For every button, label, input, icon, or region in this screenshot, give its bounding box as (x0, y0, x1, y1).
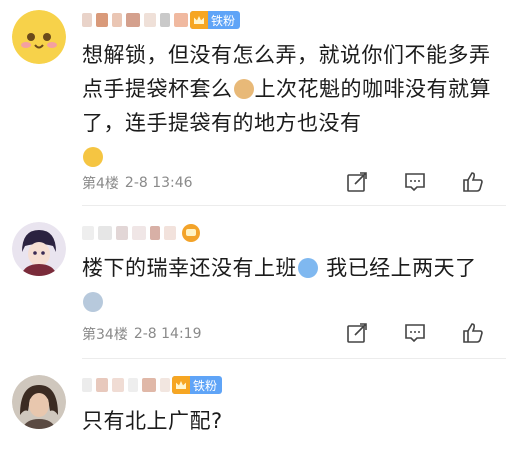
share-icon[interactable] (346, 322, 368, 344)
timestamp: 2-8 13:46 (124, 175, 193, 191)
crown-icon (172, 376, 190, 394)
sweat-emoji (298, 258, 318, 278)
medal-icon (182, 224, 200, 242)
comment-text: 只有北上广配? (82, 404, 492, 438)
thumbs-up-icon[interactable] (462, 171, 484, 193)
divider (82, 205, 506, 206)
comment-text-part: 楼下的瑞幸还没有上班 (82, 256, 297, 280)
comment-text-part: 我已经上两天了 (319, 256, 477, 280)
username-row[interactable]: 铁粉 (82, 7, 241, 33)
floor-number: 第4楼 (82, 176, 119, 192)
crown-icon (190, 11, 208, 29)
fan-badge: 铁粉 (172, 376, 223, 394)
comment-3: 铁粉 只有北上广配? (0, 365, 506, 455)
smirk-emoji (83, 147, 103, 167)
doge-emoji (233, 79, 254, 99)
comment-icon[interactable] (404, 171, 426, 193)
comment-text: 楼下的瑞幸还没有上班 我已经上两天了 (82, 251, 492, 319)
avatar[interactable] (12, 375, 66, 429)
timestamp: 2-8 14:19 (133, 326, 202, 342)
fan-badge-label: 铁粉 (211, 13, 236, 28)
username-blurred (82, 13, 188, 27)
divider (82, 358, 506, 359)
share-icon[interactable] (346, 171, 368, 193)
thumbs-up-icon[interactable] (462, 322, 484, 344)
username-blurred (82, 226, 176, 240)
action-bar (346, 322, 484, 344)
comment-1: 铁粉 想解锁，但没有怎么弄，就说你们不能多弄点手提袋杯套么 上次花魁的咖啡没有就算… (0, 0, 506, 205)
rain-cloud-emoji (83, 292, 103, 312)
avatar[interactable] (12, 222, 66, 276)
floor-number: 第34楼 (82, 327, 128, 343)
username-blurred (82, 378, 170, 392)
comment-text: 想解锁，但没有怎么弄，就说你们不能多弄点手提袋杯套么 上次花魁的咖啡没有就算了，连… (82, 38, 492, 174)
action-bar (346, 171, 484, 193)
comment-text-part: 只有北上广配? (82, 409, 223, 433)
avatar[interactable] (12, 10, 66, 64)
fan-badge: 铁粉 (190, 11, 241, 29)
username-row[interactable]: 铁粉 (82, 372, 223, 398)
username-row[interactable] (82, 220, 200, 246)
comment-2: 楼下的瑞幸还没有上班 我已经上两天了 第34楼 2-8 14:19 (0, 210, 506, 353)
fan-badge-label: 铁粉 (193, 378, 218, 393)
comment-icon[interactable] (404, 322, 426, 344)
